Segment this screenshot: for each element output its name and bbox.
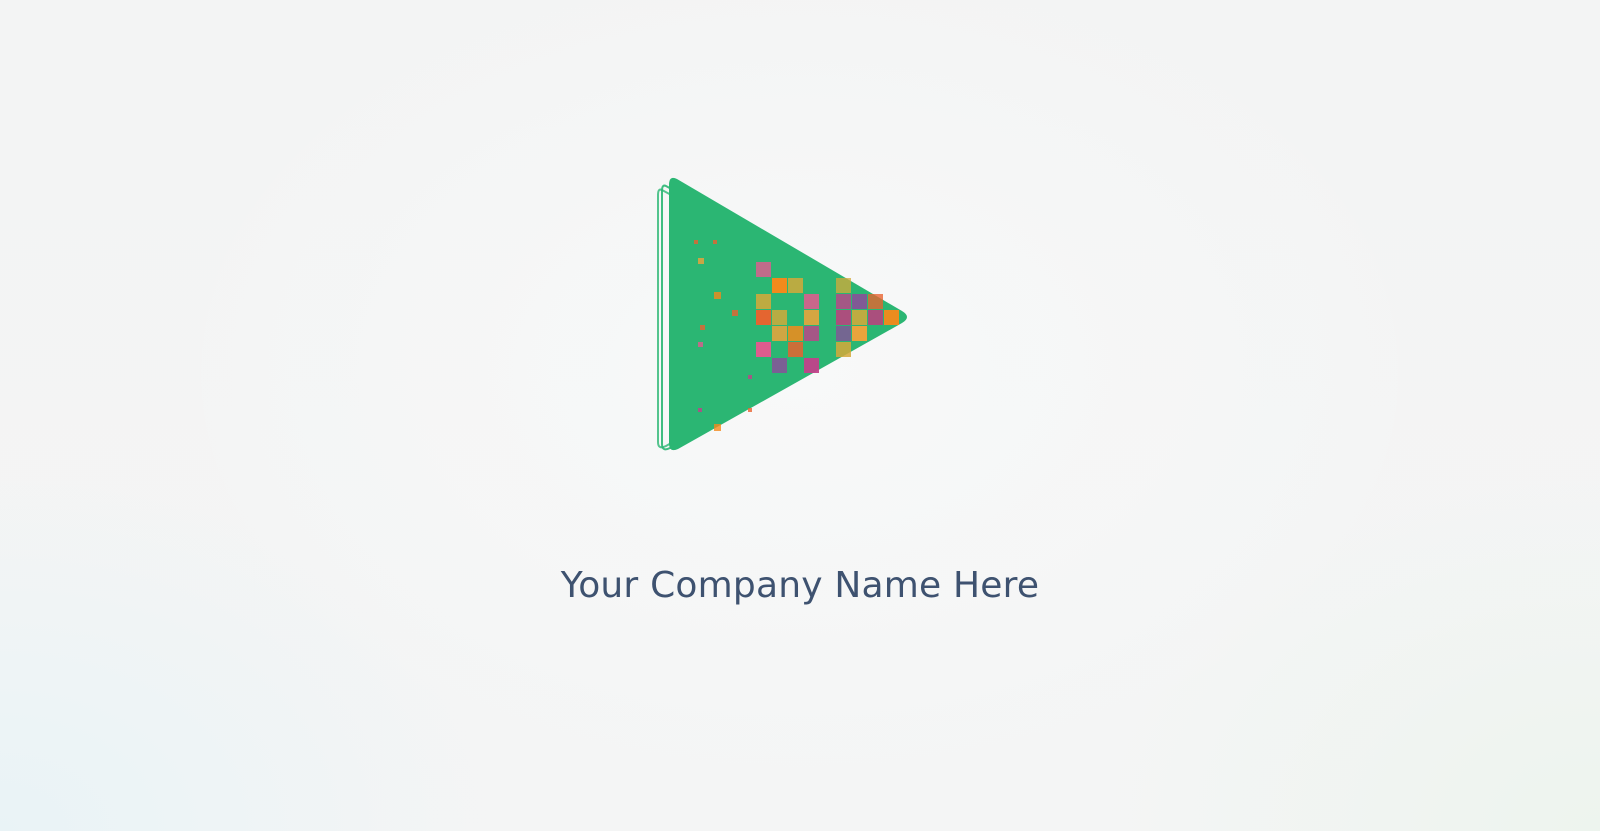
logo-pixel-speck <box>732 310 738 316</box>
logo-pixel <box>788 342 803 357</box>
logo-pixel-speck <box>700 325 705 330</box>
logo-pixel-speck <box>694 240 698 244</box>
logo-pixel <box>756 310 771 325</box>
logo-pixel <box>804 326 819 341</box>
logo-pixel-speck <box>748 408 752 412</box>
logo-pixel <box>772 326 787 341</box>
logo-pixel <box>772 310 787 325</box>
company-name-text: Your Company Name Here <box>560 565 1040 606</box>
logo-pixel <box>868 310 883 325</box>
logo-pixel <box>804 310 819 325</box>
logo-pixel-speck <box>714 292 721 299</box>
logo-pixel <box>836 326 851 341</box>
logo-pixel <box>788 326 803 341</box>
logo-pixel <box>772 278 787 293</box>
logo-pixel <box>884 310 899 325</box>
logo-pixel <box>852 326 867 341</box>
logo-pixel <box>868 294 883 309</box>
logo-pixel-speck <box>698 408 702 412</box>
logo-pixel <box>836 342 851 357</box>
logo-pixel-speck <box>714 424 721 431</box>
logo-pixel <box>852 294 867 309</box>
logo-pixel <box>852 310 867 325</box>
logo-pixel-speck <box>748 375 752 379</box>
logo-pixel <box>804 358 819 373</box>
logo-pixel <box>788 278 803 293</box>
logo-pixel <box>836 294 851 309</box>
logo-pixel-speck <box>713 240 717 244</box>
logo-pixel-speck <box>698 258 704 264</box>
logo-pixel <box>836 278 851 293</box>
logo-pixel <box>756 342 771 357</box>
logo-pixel <box>756 262 771 277</box>
logo-pixel <box>804 294 819 309</box>
logo-pixel <box>836 310 851 325</box>
logo-pixel <box>772 358 787 373</box>
company-logo <box>640 170 940 470</box>
logo-pixel <box>756 294 771 309</box>
logo-pixel-speck <box>698 342 703 347</box>
play-triangle-logo-icon <box>657 177 907 451</box>
